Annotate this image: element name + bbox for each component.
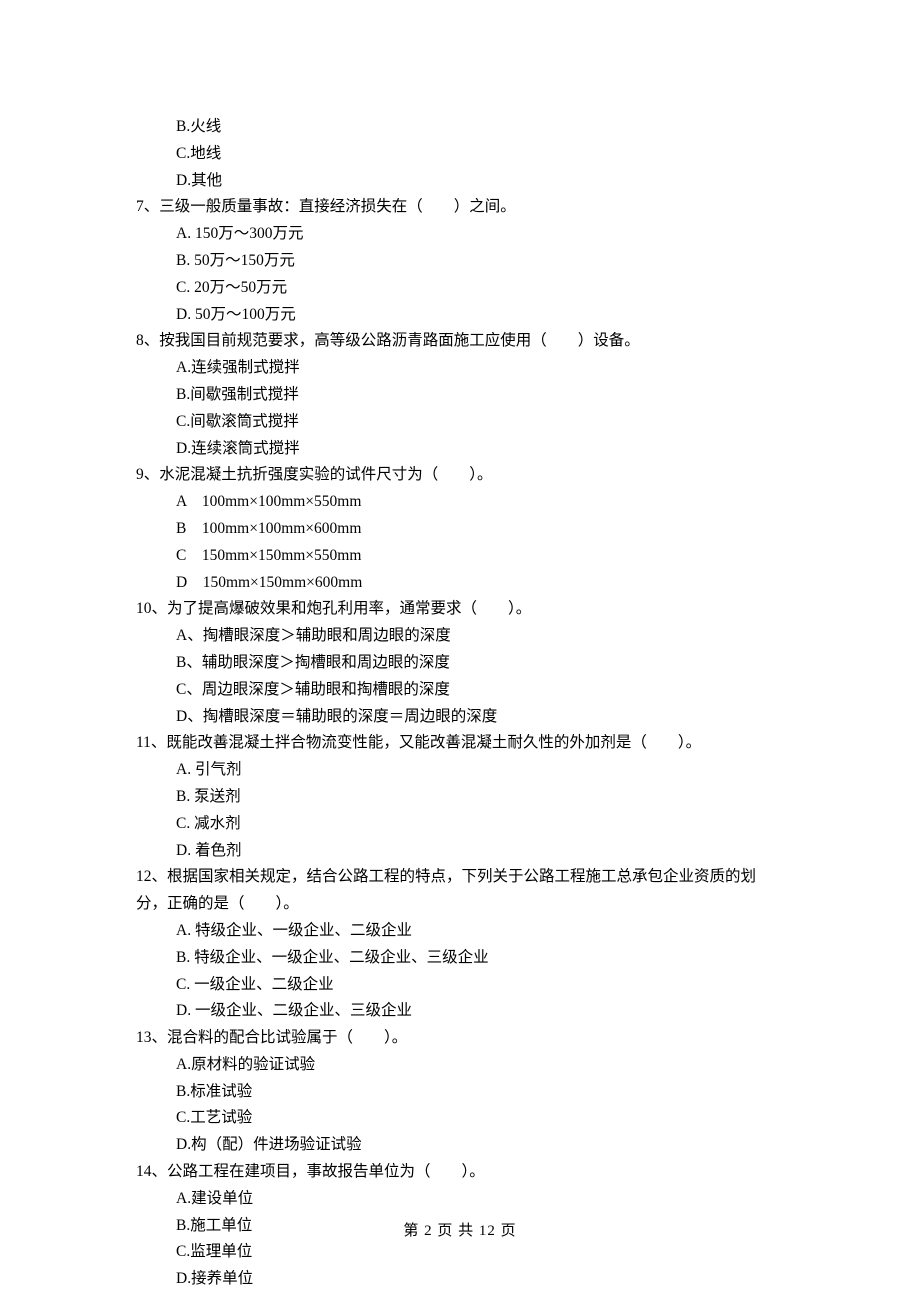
q13-option-c: C.工艺试验	[136, 1106, 784, 1131]
q14-option-a: A.建设单位	[136, 1187, 784, 1212]
q13-stem: 13、混合料的配合比试验属于（ ）。	[136, 1026, 784, 1051]
q6-option-c: C.地线	[136, 142, 784, 167]
q9-option-b: B 100mm×100mm×600mm	[136, 517, 784, 542]
q14-stem: 14、公路工程在建项目，事故报告单位为（ ）。	[136, 1160, 784, 1185]
q11-option-b: B. 泵送剂	[136, 785, 784, 810]
q12-option-d: D. 一级企业、二级企业、三级企业	[136, 999, 784, 1024]
q11-option-c: C. 减水剂	[136, 812, 784, 837]
q10-option-a: A、掏槽眼深度＞辅助眼和周边眼的深度	[136, 624, 784, 649]
page-footer: 第 2 页 共 12 页	[0, 1219, 920, 1243]
document-content: B.火线 C.地线 D.其他 7、三级一般质量事故：直接经济损失在（ ）之间。 …	[136, 115, 784, 1292]
q6-option-d: D.其他	[136, 169, 784, 194]
q8-option-d: D.连续滚筒式搅拌	[136, 437, 784, 462]
q10-stem: 10、为了提高爆破效果和炮孔利用率，通常要求（ ）。	[136, 597, 784, 622]
q10-option-d: D、掏槽眼深度＝辅助眼的深度＝周边眼的深度	[136, 705, 784, 730]
q7-option-d: D. 50万～100万元	[136, 303, 784, 328]
q12-stem-line2: 分，正确的是（ ）。	[136, 892, 784, 917]
q10-option-c: C、周边眼深度＞辅助眼和掏槽眼的深度	[136, 678, 784, 703]
q13-option-b: B.标准试验	[136, 1080, 784, 1105]
q9-stem: 9、水泥混凝土抗折强度实验的试件尺寸为（ ）。	[136, 463, 784, 488]
q12-option-c: C. 一级企业、二级企业	[136, 973, 784, 998]
q13-option-d: D.构（配）件进场验证试验	[136, 1133, 784, 1158]
q7-option-b: B. 50万～150万元	[136, 249, 784, 274]
q6-option-b: B.火线	[136, 115, 784, 140]
q8-option-b: B.间歇强制式搅拌	[136, 383, 784, 408]
q12-stem-line1: 12、根据国家相关规定，结合公路工程的特点，下列关于公路工程施工总承包企业资质的…	[136, 865, 784, 890]
q8-option-a: A.连续强制式搅拌	[136, 356, 784, 381]
q13-option-a: A.原材料的验证试验	[136, 1053, 784, 1078]
q8-stem: 8、按我国目前规范要求，高等级公路沥青路面施工应使用（ ）设备。	[136, 329, 784, 354]
q8-option-c: C.间歇滚筒式搅拌	[136, 410, 784, 435]
q12-option-b: B. 特级企业、一级企业、二级企业、三级企业	[136, 946, 784, 971]
q9-option-d: D 150mm×150mm×600mm	[136, 571, 784, 596]
q7-option-a: A. 150万～300万元	[136, 222, 784, 247]
q9-option-c: C 150mm×150mm×550mm	[136, 544, 784, 569]
q11-option-a: A. 引气剂	[136, 758, 784, 783]
q11-option-d: D. 着色剂	[136, 839, 784, 864]
q7-stem: 7、三级一般质量事故：直接经济损失在（ ）之间。	[136, 195, 784, 220]
q14-option-d: D.接养单位	[136, 1267, 784, 1292]
q7-option-c: C. 20万～50万元	[136, 276, 784, 301]
q11-stem: 11、既能改善混凝土拌合物流变性能，又能改善混凝土耐久性的外加剂是（ ）。	[136, 731, 784, 756]
q9-option-a: A 100mm×100mm×550mm	[136, 490, 784, 515]
q14-option-c: C.监理单位	[136, 1240, 784, 1265]
q12-option-a: A. 特级企业、一级企业、二级企业	[136, 919, 784, 944]
q10-option-b: B、辅助眼深度＞掏槽眼和周边眼的深度	[136, 651, 784, 676]
